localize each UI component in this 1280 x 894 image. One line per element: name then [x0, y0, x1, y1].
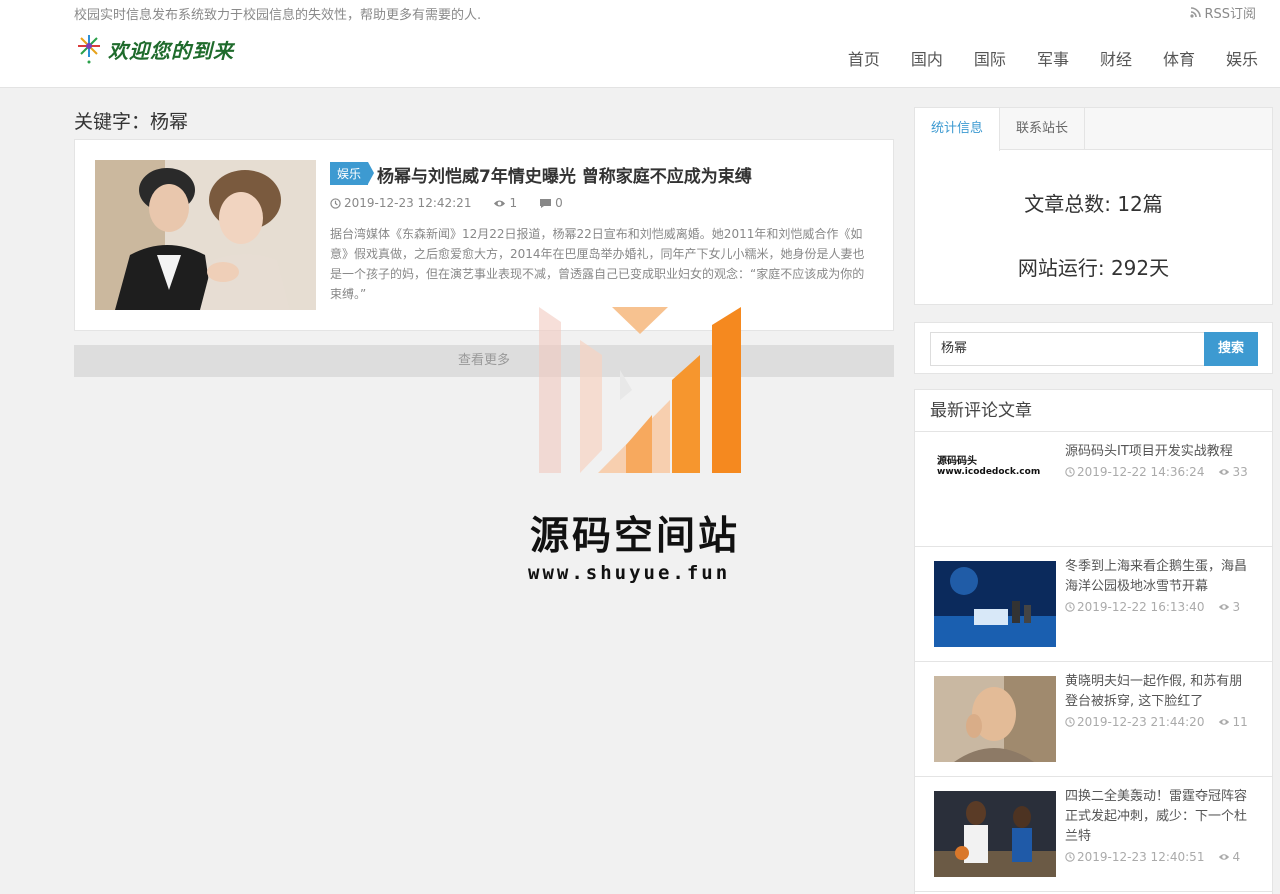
tab-statistics[interactable]: 统计信息 — [915, 108, 1001, 151]
article-comments: 0 — [539, 196, 563, 210]
list-item-title[interactable]: 源码码头IT项目开发实战教程 — [1065, 442, 1255, 462]
article-excerpt: 据台湾媒体《东森新闻》12月22日报道，杨幂22日宣布和刘恺威离婚。她2011年… — [330, 227, 865, 301]
list-item-thumbnail[interactable] — [934, 791, 1056, 877]
search-widget: 杨幂 搜索 — [914, 322, 1273, 374]
article-title-link[interactable]: 杨幂与刘恺威7年情史曝光 曾称家庭不应成为束缚 — [377, 162, 752, 187]
rss-label: RSS订阅 — [1204, 7, 1256, 22]
watermark-title: 源码空间站 — [530, 514, 741, 559]
article-date: 2019-12-23 12:42:21 — [330, 196, 471, 210]
list-item-title[interactable]: 黄晓明夫妇一起作假, 和苏有朋登台被拆穿, 这下脸红了 — [1065, 672, 1255, 712]
site-slogan: 校园实时信息发布系统致力于校园信息的失效性，帮助更多有需要的人. — [74, 8, 482, 23]
nav-item-finance[interactable]: 财经 — [1100, 46, 1132, 70]
eye-icon — [1219, 719, 1230, 725]
nav-item-military[interactable]: 军事 — [1037, 46, 1069, 70]
latest-comments-widget: 最新评论文章 源码码头 www.icodedock.com 源码码头IT项目开发… — [914, 389, 1273, 894]
comment-icon — [540, 198, 552, 208]
clock-icon — [1065, 467, 1075, 477]
list-item[interactable]: 冬季到上海来看企鹅生蛋，海昌海洋公园极地冰雪节开幕 2019-12-22 16:… — [915, 547, 1272, 662]
couple-photo-image — [95, 160, 316, 310]
nav-item-sports[interactable]: 体育 — [1163, 46, 1195, 70]
main-nav: 首页 国内 国际 军事 财经 体育 娱乐 — [817, 46, 1258, 70]
list-item-thumbnail[interactable] — [934, 561, 1056, 647]
list-item-meta: 2019-12-22 16:13:40 3 — [1065, 600, 1254, 614]
uptime-stat: 网站运行: 292天 — [1017, 256, 1170, 280]
list-item-meta: 2019-12-22 14:36:24 33 — [1065, 465, 1262, 479]
clock-icon — [1065, 852, 1075, 862]
aquarium-photo-image — [934, 561, 1056, 647]
list-item[interactable]: 黄晓明夫妇一起作假, 和苏有朋登台被拆穿, 这下脸红了 2019-12-23 2… — [915, 662, 1272, 777]
rss-link[interactable]: RSS订阅 — [1190, 3, 1256, 22]
total-articles-stat: 文章总数: 12篇 — [1024, 192, 1163, 216]
search-input[interactable]: 杨幂 — [930, 332, 1205, 366]
eye-icon — [1219, 604, 1230, 610]
page-title: 关键字：杨幂 — [74, 111, 189, 133]
list-item-meta: 2019-12-23 21:44:20 11 — [1065, 715, 1262, 729]
basketball-photo-image — [934, 791, 1056, 877]
latest-comments-heading: 最新评论文章 — [915, 390, 1272, 432]
article-thumbnail[interactable] — [95, 160, 316, 310]
site-logo[interactable]: 欢迎您的到来 — [76, 33, 234, 65]
stats-widget: 统计信息 联系站长 文章总数: 12篇 网站运行: 292天 — [914, 107, 1273, 305]
eye-icon — [494, 199, 506, 207]
list-item-meta: 2019-12-23 12:40:51 4 — [1065, 850, 1254, 864]
list-item-thumbnail[interactable]: 源码码头 www.icodedock.com — [934, 446, 1056, 532]
nav-item-entertainment[interactable]: 娱乐 — [1226, 46, 1258, 70]
eye-icon — [1219, 854, 1230, 860]
nav-item-domestic[interactable]: 国内 — [911, 46, 943, 70]
load-more-button[interactable]: 查看更多 — [74, 345, 894, 377]
portrait-photo-image — [934, 676, 1056, 762]
category-badge[interactable]: 娱乐 — [330, 162, 375, 185]
tab-contact[interactable]: 联系站长 — [1000, 108, 1086, 149]
clock-icon — [330, 197, 341, 209]
watermark-url: www.shuyue.fun — [528, 562, 731, 584]
snowflake-logo-icon — [78, 35, 100, 64]
clock-icon — [1065, 717, 1075, 727]
list-item-thumbnail[interactable] — [934, 676, 1056, 762]
search-button[interactable]: 搜索 — [1204, 332, 1258, 366]
article-card: 娱乐 杨幂与刘恺威7年情史曝光 曾称家庭不应成为束缚 2019-12-23 12… — [74, 139, 894, 331]
list-item[interactable]: 源码码头 www.icodedock.com 源码码头IT项目开发实战教程 20… — [915, 432, 1272, 547]
logo-text: 欢迎您的到来 — [108, 38, 234, 63]
stats-tabs: 统计信息 联系站长 — [915, 108, 1272, 151]
site-header: 校园实时信息发布系统致力于校园信息的失效性，帮助更多有需要的人. RSS订阅 欢… — [0, 0, 1280, 88]
list-item-title[interactable]: 四换二全美轰动！雷霆夺冠阵容正式发起冲刺，威少：下一个杜兰特 — [1065, 787, 1255, 847]
rss-icon — [1190, 7, 1202, 18]
nav-item-home[interactable]: 首页 — [848, 46, 880, 70]
article-meta: 2019-12-23 12:42:21 1 0 — [330, 196, 585, 210]
eye-icon — [1219, 469, 1230, 475]
list-item[interactable]: 四换二全美轰动！雷霆夺冠阵容正式发起冲刺，威少：下一个杜兰特 2019-12-2… — [915, 777, 1272, 892]
nav-item-international[interactable]: 国际 — [974, 46, 1006, 70]
article-views: 1 — [493, 196, 517, 210]
list-item-title[interactable]: 冬季到上海来看企鹅生蛋，海昌海洋公园极地冰雪节开幕 — [1065, 557, 1255, 597]
clock-icon — [1065, 602, 1075, 612]
